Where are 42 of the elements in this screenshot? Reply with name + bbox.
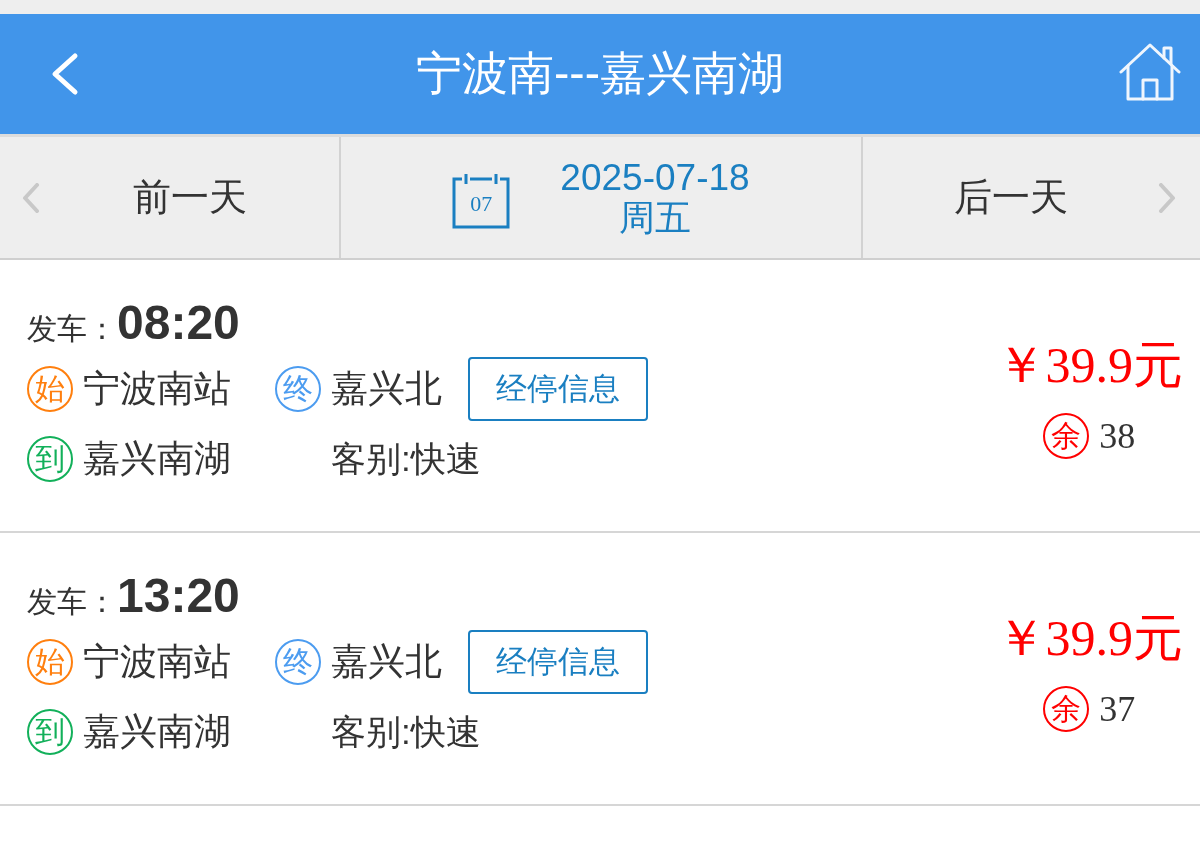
departure-label: 发车：: [27, 310, 117, 347]
next-day-button[interactable]: 后一天: [863, 137, 1200, 258]
departure-time: 08:20: [117, 294, 240, 350]
train-card[interactable]: 发车：13:20 始 宁波南站 终 嘉兴北 经停信息 到 嘉兴南湖 客别:快速 ￥39.9元 余 37: [0, 533, 1200, 806]
terminal-station: 嘉兴北: [331, 367, 442, 411]
terminal-badge: 终: [275, 366, 321, 412]
seats-count: 37: [1099, 688, 1136, 730]
chevron-left-icon: [22, 182, 40, 213]
stops-info-button[interactable]: 经停信息: [468, 357, 648, 421]
weekday: 周五: [619, 198, 691, 239]
previous-day-button[interactable]: 前一天: [0, 137, 339, 258]
arrival-badge: 到: [27, 709, 73, 755]
terminal-station: 嘉兴北: [331, 640, 442, 684]
previous-day-label: 前一天: [131, 175, 248, 220]
next-day-label: 后一天: [952, 175, 1069, 220]
route-title: 宁波南---嘉兴南湖: [416, 46, 784, 101]
arrival-station: 嘉兴南湖: [83, 437, 231, 481]
origin-badge: 始: [27, 366, 73, 412]
arrival-badge: 到: [27, 436, 73, 482]
calendar-day: 07: [470, 192, 493, 215]
terminal-badge: 终: [275, 639, 321, 685]
home-button[interactable]: [1118, 42, 1182, 102]
ticket-price: ￥39.9元: [995, 336, 1183, 395]
service-type: 客别:快速: [331, 710, 482, 753]
seats-badge: 余: [1043, 413, 1090, 459]
chevron-right-icon: [1158, 182, 1176, 213]
seats-badge: 余: [1043, 686, 1090, 732]
arrival-station: 嘉兴南湖: [83, 710, 231, 754]
origin-station: 宁波南站: [83, 640, 231, 684]
home-icon: [1118, 42, 1182, 102]
departure-label: 发车：: [27, 583, 117, 620]
origin-badge: 始: [27, 639, 73, 685]
selected-date: 2025-07-18: [560, 156, 750, 199]
departure-time: 13:20: [117, 567, 240, 623]
calendar-icon: [452, 172, 511, 229]
ticket-price: ￥39.9元: [995, 609, 1183, 668]
service-type: 客别:快速: [331, 437, 482, 480]
origin-station: 宁波南站: [83, 367, 231, 411]
date-picker[interactable]: 07 2025-07-18 周五: [341, 137, 861, 258]
seats-count: 38: [1099, 415, 1136, 457]
train-card[interactable]: 发车：08:20 始 宁波南站 终 嘉兴北 经停信息 到 嘉兴南湖 客别:快速 ￥39.9元 余 38: [0, 260, 1200, 533]
stops-info-button[interactable]: 经停信息: [468, 630, 648, 694]
